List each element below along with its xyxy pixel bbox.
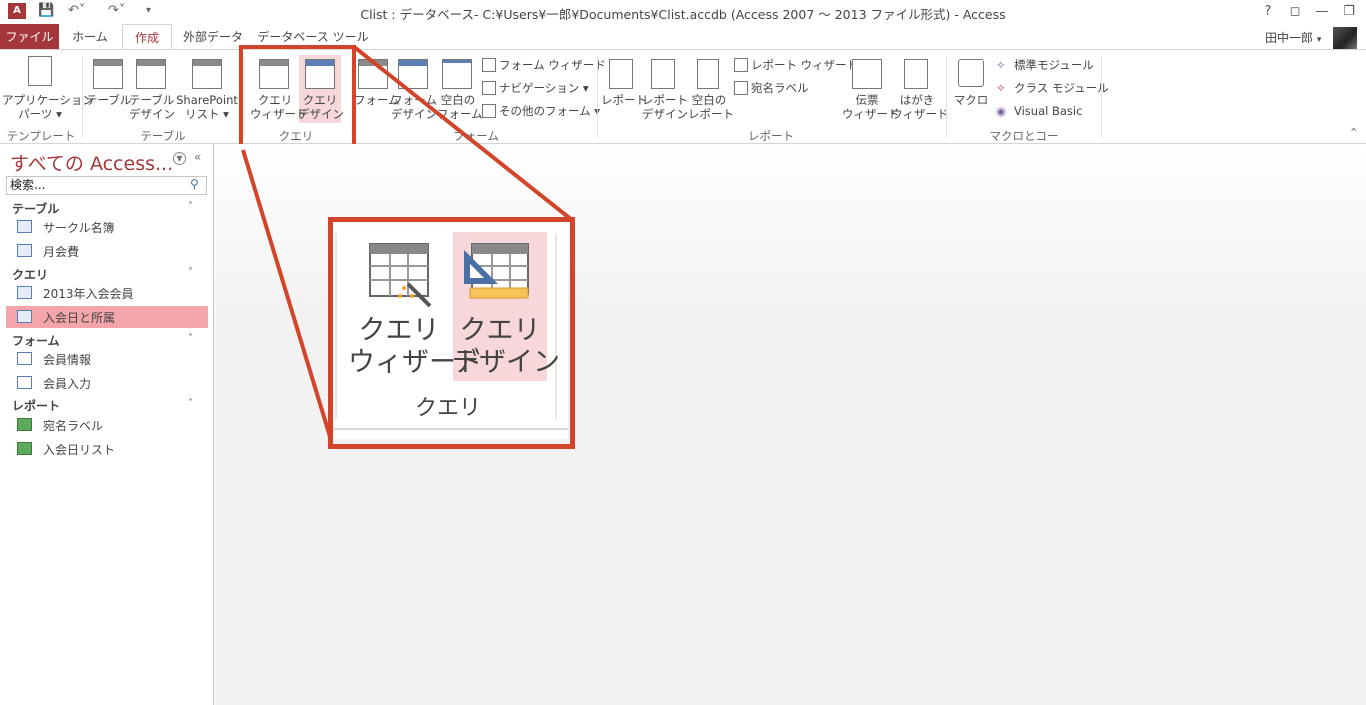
zoom-callout-frame: [328, 217, 575, 449]
callout-connector: [241, 44, 574, 441]
